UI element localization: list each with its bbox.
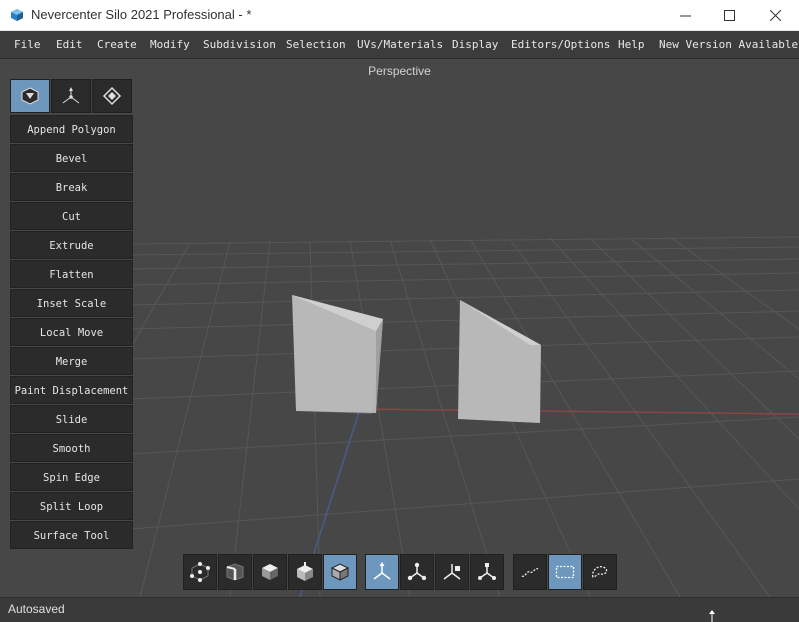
rect-select-icon [555,565,575,579]
status-bar: Autosaved [0,597,799,622]
menu-display[interactable]: Display [452,38,498,51]
vertex-select-icon [190,562,210,582]
tool-local-move[interactable]: Local Move [10,318,133,346]
tool-bevel[interactable]: Bevel [10,144,133,172]
scale-manipulator-icon [478,563,496,580]
tool-inset-scale[interactable]: Inset Scale [10,289,133,317]
modeling-mode-icon [21,87,39,105]
menu-edit[interactable]: Edit [56,38,83,51]
transform-mode-icon [62,87,80,104]
move-manipulator-button[interactable] [365,554,399,590]
face-select-icon [262,564,278,580]
move-manipulator-icon [373,562,391,580]
paint-select-button[interactable] [583,554,617,590]
mesh-object-left [292,295,383,414]
window-title: Nevercenter Silo 2021 Professional - * [31,7,252,22]
universal-manipulator-button[interactable] [400,554,434,590]
tool-append-polygon[interactable]: Append Polygon [10,115,133,143]
tool-slide[interactable]: Slide [10,405,133,433]
menu-bar: File Edit Create Modify Subdivision Sele… [0,31,799,59]
scale-manipulator-button[interactable] [470,554,504,590]
face-select-button[interactable] [253,554,287,590]
menu-help[interactable]: Help [618,38,645,51]
tool-split-loop[interactable]: Split Loop [10,492,133,520]
minimize-button[interactable] [662,0,708,31]
menu-create[interactable]: Create [97,38,137,51]
object-vertex-select-button[interactable] [288,554,322,590]
universal-manipulator-icon [407,562,427,581]
title-bar: Nevercenter Silo 2021 Professional - * [0,0,799,31]
tool-break[interactable]: Break [10,173,133,201]
maximize-icon [723,10,735,21]
rotate-manipulator-icon [443,564,461,580]
rect-select-button[interactable] [548,554,582,590]
paint-select-icon [591,566,608,578]
status-text: Autosaved [8,602,65,616]
mode-tab-uv[interactable] [92,79,132,113]
tool-extrude[interactable]: Extrude [10,231,133,259]
menu-file[interactable]: File [14,38,41,51]
mode-tab-modeling[interactable] [10,79,50,113]
close-button[interactable] [752,0,798,31]
selection-mode-bar [183,554,357,590]
menu-subdivision[interactable]: Subdivision [203,38,276,51]
tool-merge[interactable]: Merge [10,347,133,375]
silo-app-icon [11,9,23,21]
select-tool-bar [513,554,617,590]
tool-surface-tool[interactable]: Surface Tool [10,521,133,549]
vertex-select-button[interactable] [183,554,217,590]
tool-spin-edge[interactable]: Spin Edge [10,463,133,491]
mode-tab-transform[interactable] [51,79,91,113]
menu-editors-options[interactable]: Editors/Options [511,38,610,51]
object-select-icon [330,563,350,581]
maximize-button[interactable] [706,0,752,31]
mode-tabs [10,79,133,113]
object-vertex-select-icon [297,562,313,581]
menu-uvs-materials[interactable]: UVs/Materials [357,38,443,51]
tool-list: Append Polygon Bevel Break Cut Extrude F… [10,115,133,550]
edge-select-button[interactable] [218,554,252,590]
tool-paint-displacement[interactable]: Paint Displacement [10,376,133,404]
mouse-cursor-icon [709,610,715,622]
menu-selection[interactable]: Selection [286,38,346,51]
tool-flatten[interactable]: Flatten [10,260,133,288]
rotate-manipulator-button[interactable] [435,554,469,590]
edge-select-icon [226,563,244,581]
lasso-select-button[interactable] [513,554,547,590]
menu-new-version[interactable]: New Version Available [659,38,798,51]
object-select-button[interactable] [323,554,357,590]
lasso-select-icon [521,568,539,577]
x-axis-line [354,408,799,415]
menu-modify[interactable]: Modify [150,38,190,51]
tool-smooth[interactable]: Smooth [10,434,133,462]
tool-cut[interactable]: Cut [10,202,133,230]
minimize-icon [679,15,691,17]
view-label: Perspective [368,64,431,78]
uv-mode-icon [102,86,122,106]
close-icon [769,10,781,21]
manipulator-bar [365,554,504,590]
